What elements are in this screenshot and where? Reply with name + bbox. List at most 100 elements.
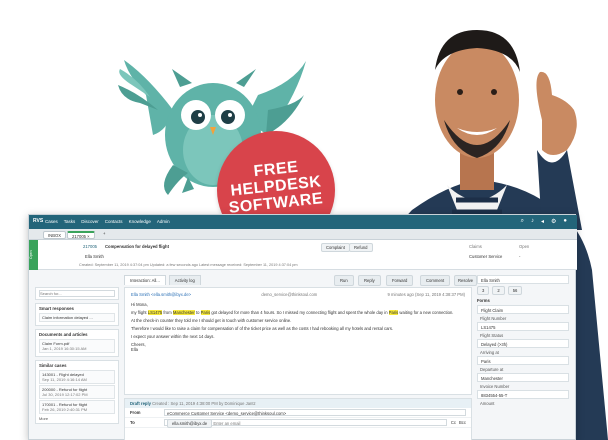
sidebar-search-input[interactable] [39, 290, 115, 297]
nav-cases[interactable]: Cases [45, 219, 58, 224]
run-button[interactable]: Run [334, 275, 354, 286]
avatar[interactable]: ● [563, 218, 567, 225]
bcc-toggle[interactable]: Bcc [459, 420, 466, 425]
from-label: From [130, 410, 141, 415]
smart-responses-title[interactable]: Smart responses [39, 306, 115, 311]
forms-title[interactable]: Forms [477, 298, 569, 303]
message-signoff: Cheers, Ella [131, 342, 146, 352]
document-item[interactable]: Claim Form.pdf Jan 1, 2019 16:30:15 AM [39, 339, 115, 353]
resolve-button[interactable]: Resolve [454, 275, 478, 286]
documents-section: Documents and articles Claim Form.pdf Ja… [35, 329, 119, 357]
tag-complaint[interactable]: Complaint [321, 243, 350, 252]
draft-header[interactable]: Draft reply Created : Sep 11, 2019 4:38:… [125, 399, 471, 408]
main-nav: Cases Tasks Discover Contacts Knowledge … [45, 219, 170, 224]
documents-title[interactable]: Documents and articles [39, 332, 115, 337]
right-panel: Ella Smith 3 2 56 Forms Flight Claim Fli… [477, 275, 569, 440]
departure-label: Departure at [480, 367, 504, 372]
nav-admin[interactable]: Admin [157, 219, 170, 224]
draft-from-row: From eCommerce Customer Service <demo_ser… [125, 408, 471, 418]
message-from[interactable]: Ella Smith <ella.smith@ibyx.de> [131, 292, 191, 297]
claims-value[interactable]: Customer Service [469, 254, 502, 259]
arriving-field[interactable]: Paris [477, 356, 569, 365]
similar-case-item[interactable]: 200000 - Refund for flight Jul 30, 2019 … [39, 385, 115, 399]
tag-refund[interactable]: Refund [349, 243, 373, 252]
to-chip[interactable]: ella.smith@ibyx.de [167, 419, 213, 428]
message-to: demo_service@thinksoul.com [261, 292, 318, 297]
from-field[interactable]: eCommerce Customer Service <demo_service… [164, 409, 466, 416]
claims-label: Claims [469, 244, 482, 249]
bell-icon[interactable]: ♪ [531, 218, 534, 225]
document-date: Jan 1, 2019 16:30:15 AM [42, 346, 87, 351]
city-highlight: Paris [388, 310, 399, 315]
flight-highlight: LS1475 [147, 310, 163, 315]
similar-cases-title[interactable]: Similar cases [39, 363, 115, 368]
similar-case-date: Feb 26, 2019 2:40:31 PM [42, 407, 88, 412]
megaphone-icon[interactable]: ◂ [541, 218, 544, 225]
email-message: Ella Smith <ella.smith@ibyx.de> demo_ser… [124, 287, 472, 395]
count-buttons: 3 2 56 [477, 286, 569, 295]
departure-field[interactable]: Manchester [477, 373, 569, 382]
add-tab-button[interactable]: + [103, 231, 105, 236]
cc-toggle[interactable]: Cc [451, 420, 456, 425]
flight-number-field[interactable]: LS1475 [477, 322, 569, 331]
tab-ticket[interactable]: 217005 × [67, 231, 95, 239]
similar-cases-section: Similar cases 143001 - Flight delayed Se… [35, 360, 119, 424]
message-paragraph-1: my flight LS1475 from Manchester to Pari… [131, 310, 454, 315]
smart-responses-section: Smart responses Claim information delaye… [35, 303, 119, 326]
tab-bar: INBOX 217005 × + [29, 229, 577, 240]
forward-button[interactable]: Forward [386, 275, 414, 286]
arriving-label: Arriving at [480, 350, 499, 355]
similar-case-date: Sep 11, 2019 4:16:14 AM [42, 377, 87, 382]
form-type-field[interactable]: Flight Claim [477, 305, 569, 314]
message-greeting: Hi Mona, [131, 302, 148, 307]
page: FREE HELPDESK SOFTWARE RVS Cases Tasks D… [0, 0, 608, 440]
to-city-highlight: Paris [200, 310, 211, 315]
ticket-title[interactable]: Compensation for delayed flight [105, 244, 169, 249]
to-field[interactable]: ella.smith@ibyx.de Enter an email [164, 419, 447, 428]
ticket-header: 217005 Compensation for delayed flight C… [29, 240, 577, 270]
message-paragraph-2: At the check-in counter they told me I s… [131, 318, 292, 323]
draft-meta: Created : Sep 11, 2019 4:38:00 PM by Dom… [152, 401, 256, 406]
draft-reply: Draft reply Created : Sep 11, 2019 4:38:… [124, 398, 472, 440]
nav-contacts[interactable]: Contacts [105, 219, 123, 224]
invoice-label: Invoice Number [480, 384, 510, 389]
comment-button[interactable]: Comment [420, 275, 451, 286]
count-button-3[interactable]: 56 [507, 286, 523, 295]
tab-activity-log[interactable]: Activity log [168, 275, 201, 285]
count-button-1[interactable]: 3 [477, 286, 490, 295]
draft-to-row: To ella.smith@ibyx.de Enter an email Cc Bcc [125, 418, 471, 428]
count-button-2[interactable]: 2 [492, 286, 505, 295]
flight-status-label: Flight Status [480, 333, 504, 338]
tab-inbox[interactable]: INBOX [43, 231, 67, 239]
left-sidebar: Smart responses Claim information delaye… [35, 287, 119, 440]
amount-label: Amount [480, 401, 495, 406]
contact-name: Ella Smith [481, 278, 500, 283]
nav-knowledge[interactable]: Knowledge [129, 219, 151, 224]
conversation-panel: Interaction: All... Activity log Run Rep… [124, 275, 478, 440]
ticket-customer[interactable]: Ella Smith [85, 254, 104, 259]
from-city-highlight: Manchester [172, 310, 195, 315]
invoice-field[interactable]: 8834554-55-T [477, 390, 569, 399]
contact-box[interactable]: Ella Smith [477, 275, 569, 284]
search-icon[interactable]: ⌕ [521, 218, 524, 225]
reply-button[interactable]: Reply [358, 275, 381, 286]
message-paragraph-4: I expect your answer within the next 14 … [131, 334, 215, 339]
open-label: Open [519, 244, 530, 249]
helpdesk-app-window: RVS Cases Tasks Discover Contacts Knowle… [28, 214, 577, 440]
tab-ticket-label: 217005 [72, 234, 86, 239]
sidebar-search [35, 287, 119, 300]
nav-tasks[interactable]: Tasks [64, 219, 76, 224]
similar-case-date: Jul 30, 2019 12:17:02 PM [42, 392, 88, 397]
draft-title: Draft reply [130, 401, 151, 406]
tab-interaction-all[interactable]: Interaction: All... [124, 275, 166, 285]
flight-status-select[interactable]: Delayed (>3h) [477, 339, 569, 348]
nav-discover[interactable]: Discover [81, 219, 99, 224]
similar-case-item[interactable]: 143001 - Flight delayed Sep 11, 2019 4:1… [39, 370, 115, 384]
to-label: To [130, 420, 135, 425]
gear-icon[interactable]: ⚙ [551, 218, 556, 225]
similar-case-item[interactable]: 170001 - Refund for flight Feb 26, 2019 … [39, 400, 115, 414]
smart-response-item[interactable]: Claim information delayed ... [39, 313, 115, 322]
to-placeholder: Enter an email [213, 421, 241, 426]
more-link[interactable]: More [39, 416, 115, 421]
topbar-icons: ⌕ ♪ ◂ ⚙ ● [521, 218, 567, 225]
